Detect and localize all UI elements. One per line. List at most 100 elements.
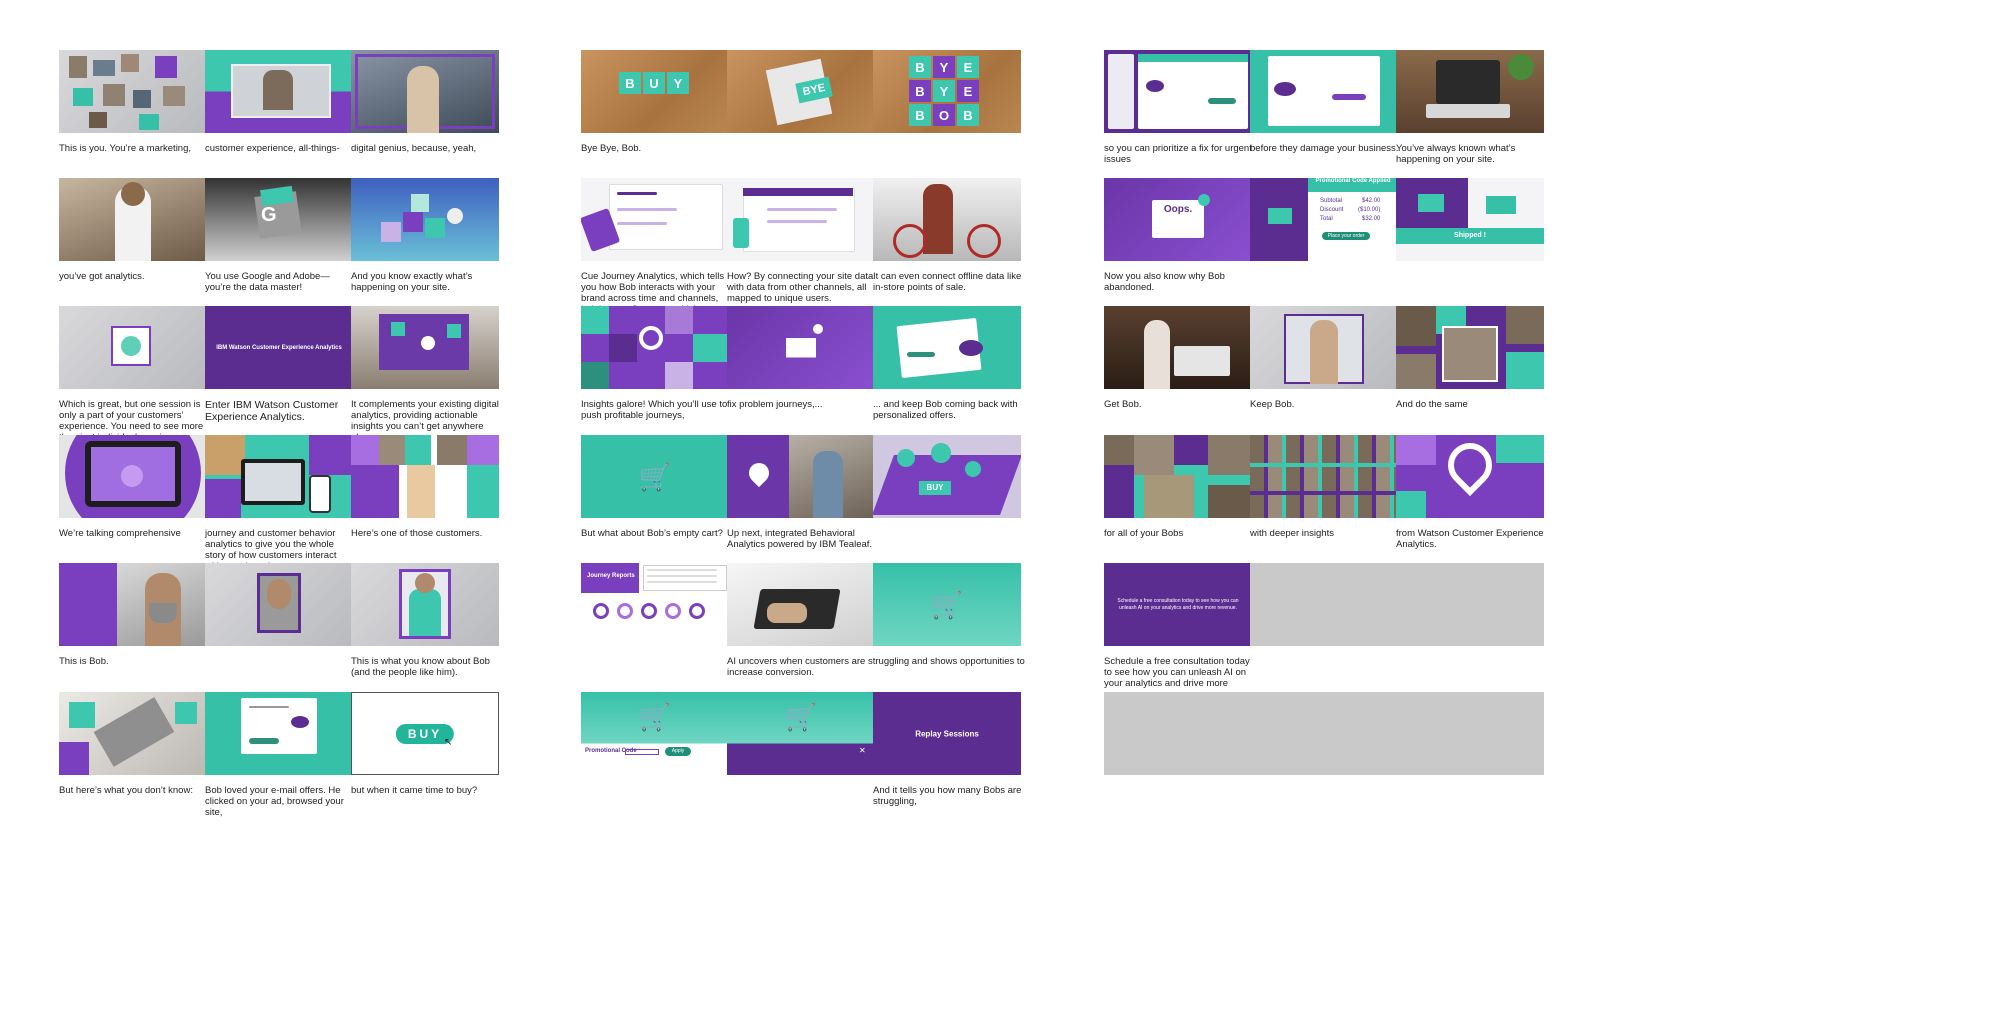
frame-thumbnail (727, 435, 875, 518)
frame-thumbnail (205, 563, 353, 646)
frame-caption: But what about Bob’s empty cart? (581, 528, 723, 539)
frame-caption: Keep Bob. (1250, 399, 1295, 410)
storyboard-frame-17: Promotional Code Applied Subtotal $42.00… (1250, 178, 1398, 271)
storyboard-frame-31: 🛒 But what about Bob’s empty cart? (581, 435, 729, 539)
frame-thumbnail (1250, 50, 1398, 133)
frame-caption: digital genius, because, yeah, (351, 143, 477, 154)
frame-thumbnail (351, 50, 499, 133)
frame-thumbnail (1104, 306, 1252, 389)
storyboard-frame-21: It complements your existing digital ana… (351, 306, 499, 443)
frame-caption: with deeper insights (1250, 528, 1334, 539)
frame-caption: Now you also know why Bob abandoned. (1104, 271, 1225, 293)
storyboard-frame-22: Insights galore! Which you’ll use to pus… (581, 306, 729, 421)
frame-caption: ... and keep Bob coming back with person… (873, 399, 1018, 421)
frame-thumbnail (59, 692, 207, 775)
frame-caption: Bob loved your e-mail offers. He clicked… (205, 785, 344, 818)
block-letter: E (957, 56, 979, 78)
frame-caption: customer experience, all-things- (205, 143, 340, 154)
frame-caption: Here’s one of those customers. (351, 528, 483, 539)
cursor-icon: ↖ (444, 737, 453, 748)
storyboard-frame-23: fix problem journeys,... (727, 306, 875, 410)
frame-thumbnail: Journey Reports (581, 563, 729, 646)
storyboard-frame-26: Keep Bob. (1250, 306, 1398, 410)
place-order-button: Place your order (1322, 232, 1370, 240)
storyboard-frame-3: digital genius, because, yeah, (351, 50, 499, 154)
frame-thumbnail (1250, 306, 1398, 389)
block-letter: O (933, 104, 955, 126)
block-letter: B (619, 72, 641, 94)
storyboard-frame-44 (1250, 563, 1398, 656)
storyboard-frame-42: 🛒 (873, 563, 1021, 656)
frame-caption: This is what you know about Bob (and the… (351, 656, 490, 678)
shopping-cart-icon: 🛒 (930, 589, 964, 620)
storyboard-frame-4: B U Y Bye Bye, Bob. (581, 50, 729, 154)
storyboard-frame-5: BYE (727, 50, 875, 143)
total-value: $32.00 (1362, 216, 1381, 222)
storyboard-frame-46: But here’s what you don’t know: (59, 692, 207, 796)
frame-caption: It can even connect offline data like in… (873, 271, 1022, 293)
frame-thumbnail: Schedule a free consultation today to se… (1104, 563, 1252, 646)
placeholder-thumbnail (1396, 563, 1544, 646)
storyboard-frame-50: 🛒 ✕ (727, 692, 875, 785)
shopping-cart-icon: 🛒 (638, 701, 672, 732)
block-letter: Y (667, 72, 689, 94)
frame-thumbnail (873, 178, 1021, 261)
frame-caption: for all of your Bobs (1104, 528, 1184, 539)
frame-caption: But here’s what you don’t know: (59, 785, 193, 796)
frame-caption: but when it came time to buy? (351, 785, 478, 796)
storyboard-frame-13: Cue Journey Analytics, which tells you h… (581, 178, 729, 326)
discount-label: Discount (1320, 207, 1344, 213)
letter-g: G (261, 204, 277, 226)
frame-thumbnail (59, 50, 207, 133)
frame-caption: This is Bob. (59, 656, 109, 667)
frame-caption: so you can prioritize a fix for urgent i… (1104, 143, 1252, 165)
storyboard-frame-52 (1104, 692, 1252, 785)
storyboard-frame-20: IBM Watson Customer Experience Analytics… (205, 306, 353, 423)
frame-caption: Insights galore! Which you’ll use to pus… (581, 399, 728, 421)
storyboard-frame-6: B Y E B Y E B O B (873, 50, 1021, 143)
ibm-title-card: IBM Watson Customer Experience Analytics (216, 344, 342, 351)
total-label: Total (1320, 216, 1333, 222)
storyboard-frame-30: Here’s one of those customers. (351, 435, 499, 539)
storyboard-frame-29: journey and customer behavior analytics … (205, 435, 353, 572)
frame-caption: Bye Bye, Bob. (581, 143, 642, 154)
frame-caption: AI uncovers when customers are strugglin… (727, 656, 1025, 678)
frame-caption: from Watson Customer Experience Analytic… (1396, 528, 1544, 550)
frame-thumbnail: BUY (873, 435, 1021, 518)
storyboard-frame-16: Oops. Now you also know why Bob abandone… (1104, 178, 1252, 293)
subtotal-label: Subtotal (1320, 198, 1343, 204)
discount-value: ($10.00) (1358, 207, 1381, 213)
frame-thumbnail (727, 306, 875, 389)
storyboard-frame-8: before they damage your business. (1250, 50, 1398, 154)
frame-thumbnail (1396, 306, 1544, 389)
frame-caption: fix problem journeys,... (727, 399, 823, 410)
frame-caption: you’ve got analytics. (59, 271, 145, 282)
storyboard-frame-53 (1250, 692, 1398, 785)
frame-thumbnail: 🛒 Promotional Code Apply (581, 692, 729, 775)
consultation-card-text: Schedule a free consultation today to se… (1117, 597, 1239, 611)
frame-thumbnail (351, 435, 499, 518)
storyboard-frame-54 (1396, 692, 1544, 785)
storyboard-frame-37: This is Bob. (59, 563, 207, 667)
frame-thumbnail (1396, 50, 1544, 133)
placeholder-thumbnail (1250, 692, 1398, 775)
frame-thumbnail: 🛒 ✕ (727, 692, 875, 775)
frame-thumbnail (581, 306, 729, 389)
storyboard-frame-15: It can even connect offline data like in… (873, 178, 1021, 293)
frame-thumbnail (351, 563, 499, 646)
frame-thumbnail (59, 306, 207, 389)
close-icon: ✕ (859, 746, 866, 755)
frame-thumbnail (581, 178, 729, 261)
frame-caption: How? By connecting your site data with d… (727, 271, 874, 304)
frame-thumbnail: B U Y (581, 50, 729, 133)
frame-thumbnail: Replay Sessions (873, 692, 1021, 775)
storyboard-frame-25: Get Bob. (1104, 306, 1252, 410)
frame-thumbnail (873, 306, 1021, 389)
storyboard-frame-32: Up next, integrated Behavioral Analytics… (727, 435, 875, 550)
block-letter: B (909, 80, 931, 102)
storyboard-frame-49: 🛒 Promotional Code Apply (581, 692, 729, 785)
frame-thumbnail (351, 178, 499, 261)
frame-thumbnail: Oops. (1104, 178, 1252, 261)
buy-block: BUY (919, 481, 951, 495)
storyboard-frame-18: Shipped ! (1396, 178, 1544, 271)
